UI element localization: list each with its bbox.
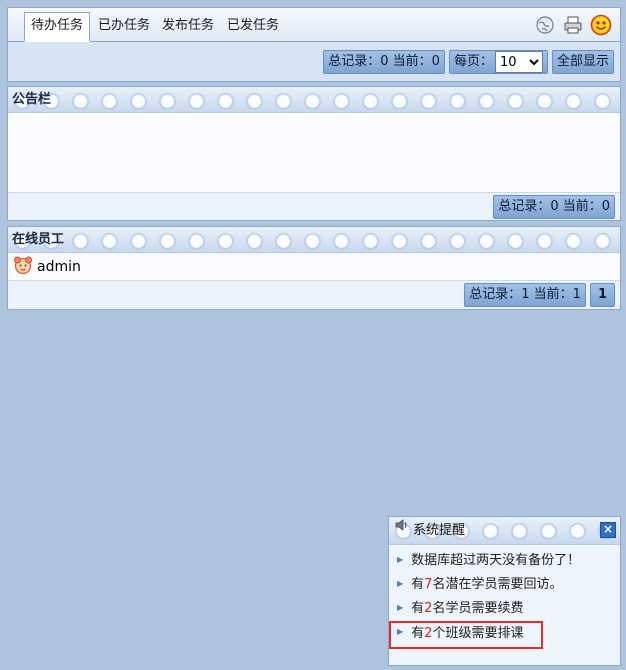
show-all-button[interactable]: 全部显示 [551, 50, 614, 74]
bullet-icon: ▶ [397, 627, 404, 636]
tab-pending-tasks[interactable]: 待办任务 [24, 12, 91, 42]
online-staff-panel: 在线员工 admin 总记录：1 当前：1 1 [7, 226, 621, 310]
reminder-count: 7 [424, 577, 433, 592]
reminder-text-suffix: 名学员需要续费 [432, 601, 524, 616]
speaker-icon [393, 516, 411, 545]
reminder-text-prefix: 有 [411, 577, 425, 592]
reminder-item-schedule[interactable]: ▶ 有 2 个班级需要排课 [389, 621, 543, 649]
reminder-text-prefix: 有 [411, 626, 425, 641]
reminder-count: 2 [424, 601, 433, 616]
per-page-label: 每页： [453, 54, 493, 69]
task-panel: 待办任务 已办任务 发布任务 已发任务 总记录：0 当前：0 每页： 10 全部… [7, 7, 621, 82]
page-number-button[interactable]: 1 [589, 283, 615, 307]
bulletin-total-record: 总记录：0 当前：0 [493, 195, 615, 219]
task-pager: 总记录：0 当前：0 每页： 10 全部显示 [8, 42, 620, 82]
per-page-select[interactable]: 10 [494, 51, 543, 73]
task-tabbar: 待办任务 已办任务 发布任务 已发任务 [8, 8, 620, 42]
smiley-icon[interactable] [590, 14, 612, 36]
tab-published-tasks[interactable]: 已发任务 [223, 13, 283, 41]
bullet-icon: ▶ [397, 579, 404, 588]
user-avatar-icon [13, 255, 33, 279]
reminder-list: ▶ 数据库超过两天没有备份了！ ▶ 有 7 名潜在学员需要回访。 ▶ 有 2 名学员需要… [389, 545, 620, 649]
tab-done-tasks[interactable]: 已办任务 [94, 13, 154, 41]
bullet-icon: ▶ [397, 603, 404, 612]
list-item[interactable]: admin [8, 253, 620, 281]
reminder-item-renew[interactable]: ▶ 有 2 名学员需要续费 [397, 599, 620, 623]
bulletin-panel: 公告栏 总记录：0 当前：0 [7, 86, 621, 221]
online-staff-pager: 总记录：1 当前：1 1 [8, 281, 620, 309]
close-icon[interactable]: × [600, 522, 616, 538]
globe-icon[interactable] [534, 14, 556, 36]
reminder-text-suffix: 个班级需要排课 [432, 626, 524, 641]
system-reminder-popup: 系统提醒 × ▶ 数据库超过两天没有备份了！ ▶ 有 7 名潜在学员需要回访。 ▶ … [388, 516, 621, 666]
per-page-box: 每页： 10 [448, 50, 548, 74]
reminder-text-prefix: 有 [411, 601, 425, 616]
reminder-text: 数据库超过两天没有备份了！ [411, 553, 581, 568]
bulletin-title: 公告栏 [8, 87, 620, 113]
online-staff-total-record: 总记录：1 当前：1 [464, 283, 586, 307]
task-total-record: 总记录：0 当前：0 [323, 50, 445, 74]
online-staff-title: 在线员工 [8, 227, 620, 253]
tab-toolbar [534, 14, 612, 36]
reminder-item-revisit[interactable]: ▶ 有 7 名潜在学员需要回访。 [397, 575, 620, 599]
tab-publish-task[interactable]: 发布任务 [158, 13, 218, 41]
printer-icon[interactable] [562, 14, 584, 36]
reminder-title: 系统提醒 [413, 522, 466, 538]
user-name[interactable]: admin [37, 259, 81, 275]
reminder-item-backup[interactable]: ▶ 数据库超过两天没有备份了！ [397, 551, 620, 575]
bulletin-pager: 总记录：0 当前：0 [8, 193, 620, 221]
reminder-header: 系统提醒 [389, 517, 620, 545]
bullet-icon: ▶ [397, 555, 404, 564]
reminder-count: 2 [424, 626, 433, 641]
reminder-text-suffix: 名潜在学员需要回访。 [432, 577, 563, 592]
bulletin-body [8, 113, 620, 193]
